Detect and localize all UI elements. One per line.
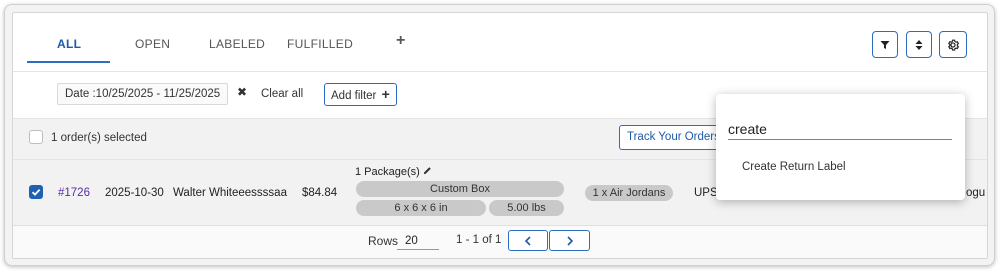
sort-button[interactable] (906, 31, 932, 58)
rows-label: Rows (368, 234, 399, 248)
packages-label: 1 Package(s) (355, 166, 420, 178)
add-tab-button[interactable]: + (396, 32, 405, 50)
selected-count: 1 order(s) selected (51, 132, 147, 144)
customer-name: Walter Whiteeessssaa (173, 187, 287, 199)
clear-all-button[interactable]: Clear all (261, 88, 303, 100)
select-all-checkbox[interactable] (29, 130, 43, 144)
next-page-button[interactable] (549, 230, 590, 251)
action-search-input[interactable] (728, 118, 952, 140)
page-range: 1 - 1 of 1 (456, 234, 502, 246)
dimensions-pill: 6 x 6 x 6 in (356, 200, 486, 216)
filter-icon (880, 40, 890, 49)
tab-all[interactable]: ALL (57, 37, 81, 51)
sort-icon (915, 39, 923, 50)
plus-icon: + (381, 86, 390, 102)
checkmark-icon (31, 188, 41, 196)
chevron-left-icon (524, 235, 531, 246)
chevron-right-icon (566, 235, 573, 246)
rows-per-page-input[interactable] (397, 232, 439, 250)
weight-pill: 5.00 lbs (489, 200, 564, 216)
order-id-link[interactable]: #1726 (58, 187, 90, 199)
items-pill: 1 x Air Jordans (585, 185, 673, 201)
row-checkbox[interactable] (29, 185, 43, 199)
filter-button[interactable] (872, 31, 898, 58)
create-return-label-option[interactable]: Create Return Label (742, 161, 846, 173)
carrier-name: UPS (694, 187, 718, 199)
box-name-pill: Custom Box (356, 181, 564, 197)
tabs-divider (13, 71, 987, 72)
close-icon[interactable]: ✖ (237, 85, 247, 99)
gear-icon (948, 39, 960, 51)
order-date: 2025-10-30 (105, 187, 164, 199)
packages-count: 1 Package(s) (355, 166, 432, 178)
settings-button[interactable] (939, 31, 967, 58)
previous-page-button[interactable] (508, 230, 548, 251)
date-filter-chip[interactable]: Date :10/25/2025 - 11/25/2025 (57, 83, 229, 105)
status-tabs: ALL OPEN LABELED FULFILLED + (27, 13, 447, 71)
tab-labeled[interactable]: LABELED (209, 37, 265, 51)
add-filter-label: Add filter (331, 90, 377, 102)
actions-dropdown: Create Return Label (716, 94, 965, 200)
truncated-cell: ogu (966, 187, 986, 199)
tab-open[interactable]: OPEN (135, 37, 170, 51)
active-tab-indicator (27, 61, 110, 63)
pencil-icon[interactable] (423, 166, 432, 175)
order-total: $84.84 (302, 187, 338, 199)
track-orders-button[interactable]: Track Your Orders (619, 125, 729, 150)
add-filter-button[interactable]: Add filter + (324, 83, 397, 106)
tab-fulfilled[interactable]: FULFILLED (287, 37, 353, 51)
